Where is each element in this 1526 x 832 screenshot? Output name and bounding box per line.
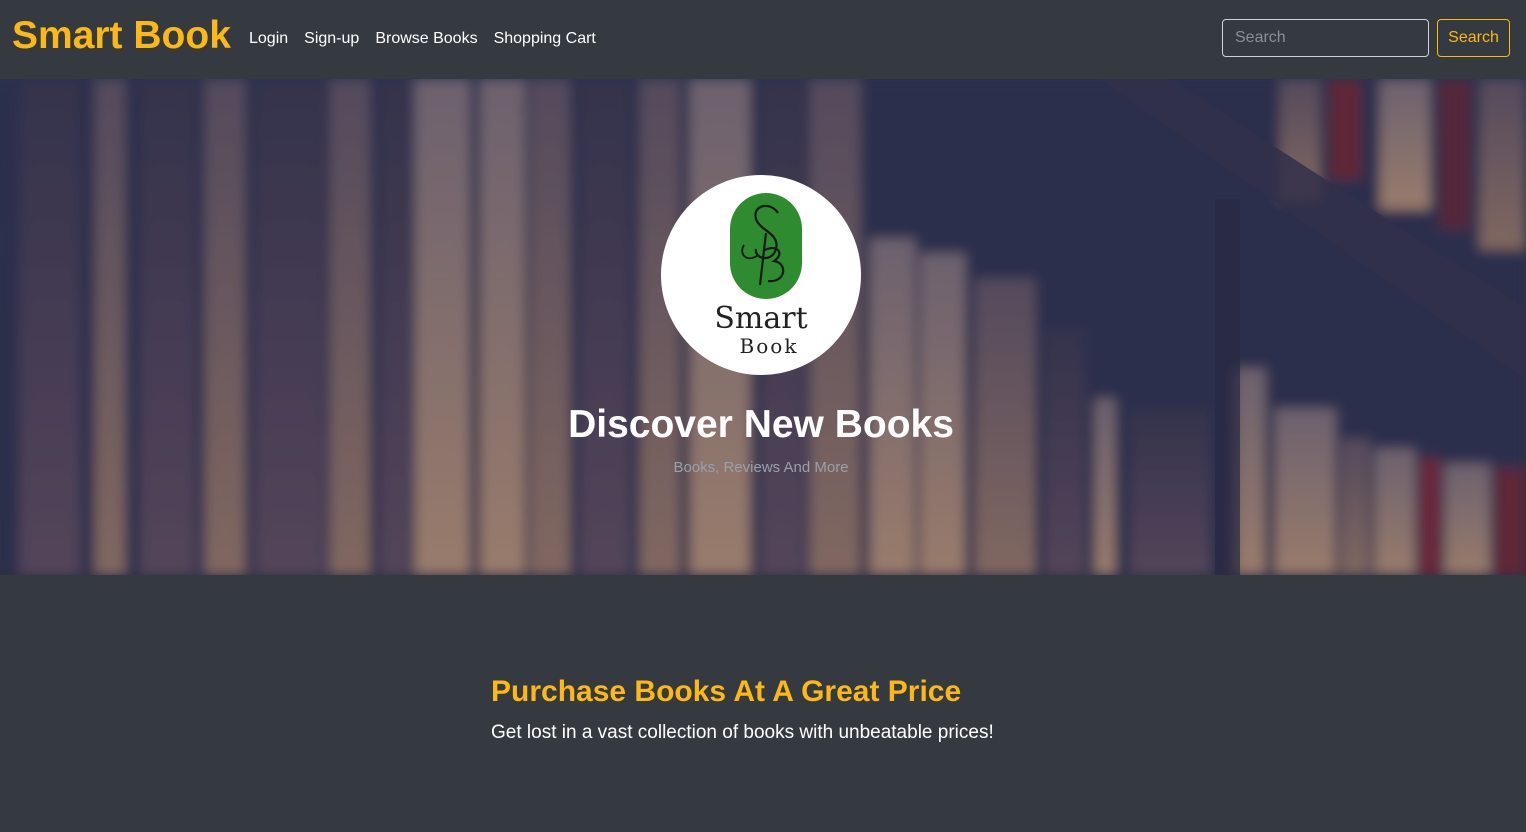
nav-shopping-cart-link[interactable]: Shopping Cart: [494, 28, 596, 50]
nav-login-link[interactable]: Login: [249, 28, 288, 50]
hero-subtitle: Books, Reviews And More: [673, 459, 849, 476]
promo-title: Purchase Books At A Great Price: [491, 675, 962, 708]
smart-book-logo: Smart Book: [661, 175, 861, 375]
logo-text-book: Book: [739, 334, 799, 358]
search-input[interactable]: [1222, 19, 1429, 57]
nav-signup-link[interactable]: Sign-up: [304, 28, 359, 50]
hero-title: Discover New Books: [568, 403, 954, 446]
hero-banner: Smart Book Discover New Books Books, Rev…: [0, 79, 1526, 575]
brand-logo-text[interactable]: Smart Book: [12, 13, 231, 59]
nav-links: Login Sign-up Browse Books Shopping Cart: [249, 28, 596, 50]
navbar: Smart Book Login Sign-up Browse Books Sh…: [0, 0, 1526, 79]
logo-text-smart: Smart: [714, 301, 808, 336]
promo-section: Purchase Books At A Great Price Get lost…: [0, 575, 1526, 832]
promo-text: Get lost in a vast collection of books w…: [491, 722, 994, 743]
nav-browse-books-link[interactable]: Browse Books: [375, 28, 477, 50]
search-button[interactable]: Search: [1437, 19, 1510, 57]
sb-monogram-icon: [741, 204, 785, 286]
